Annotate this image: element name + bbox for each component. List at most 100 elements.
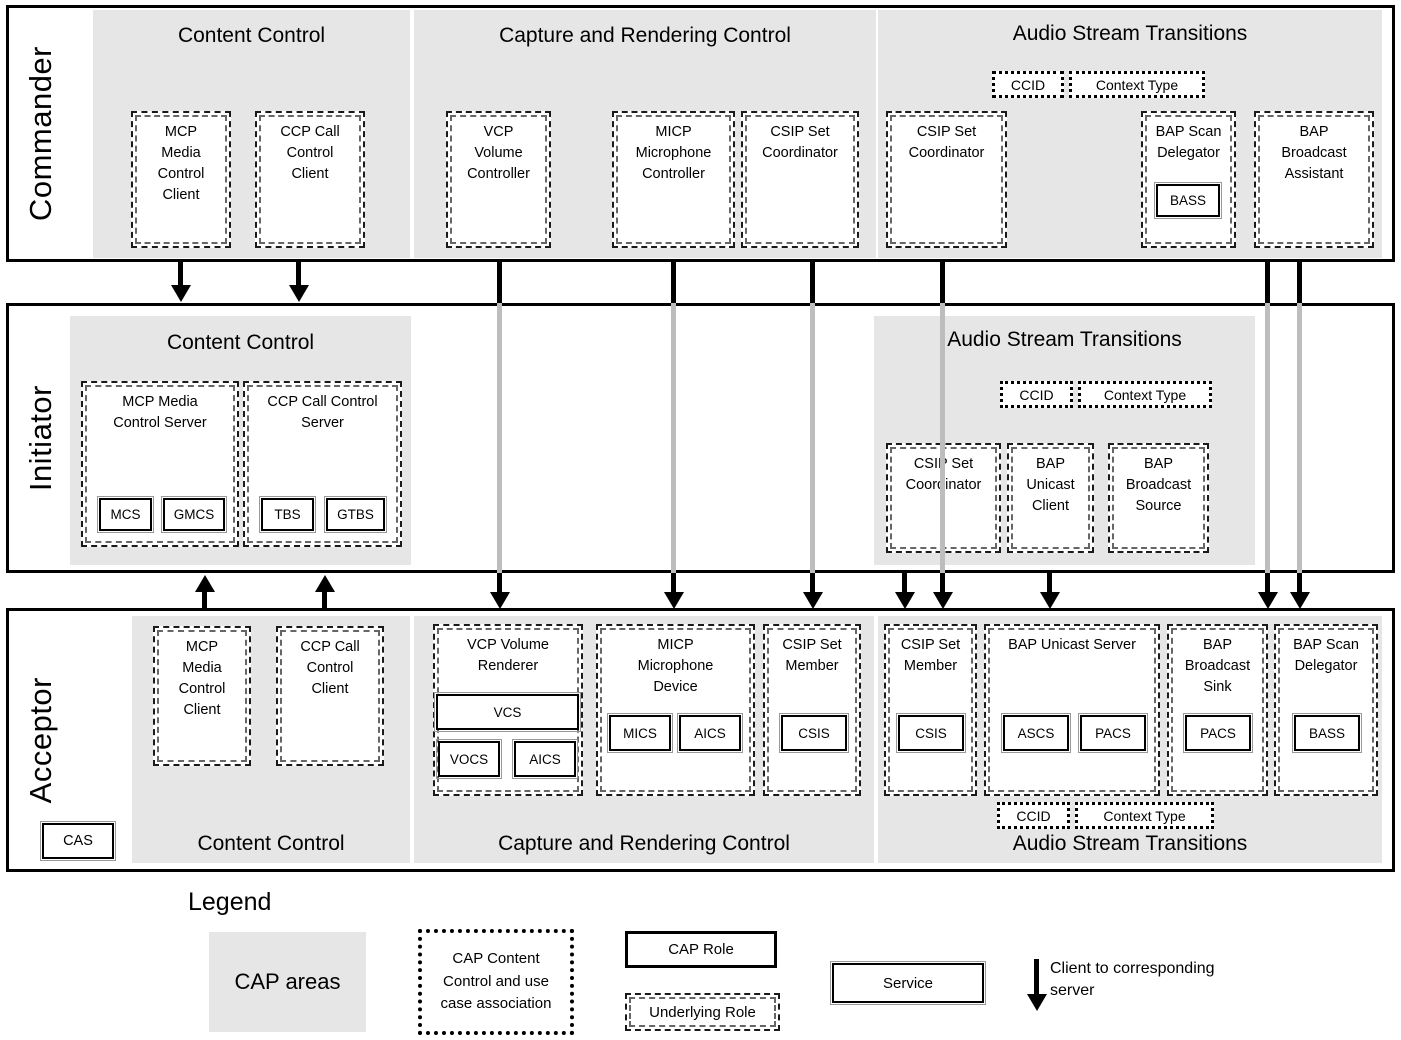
acceptor-role-mcp-media-control-client[interactable]: MCP Media Control Client	[153, 626, 251, 766]
role-label: BAP Broadcast Sink	[1184, 637, 1251, 696]
commander-role-micp-microphone-controller[interactable]: MICP Microphone Controller	[612, 111, 735, 248]
connector-commander-bap-scan-top	[1265, 262, 1270, 305]
initiator-role-bap-unicast-client[interactable]: BAP Unicast Client	[1007, 443, 1094, 553]
arrowhead-down-commander-mcp	[171, 285, 191, 302]
role-label: CSIP Set Coordinator	[762, 124, 838, 162]
initiator-audio-stream-title: Audio Stream Transitions	[947, 328, 1182, 351]
legend-cap-role: CAP Role	[625, 931, 777, 968]
arrowhead-up-acceptor-mcp	[195, 575, 215, 592]
acceptor-role-bap-scan-delegator[interactable]: BAP Scan Delegator	[1274, 624, 1378, 796]
role-label: MCP Media Control Client	[178, 639, 226, 719]
service-label: MICS	[623, 725, 657, 741]
commander-capture-rendering-title: Capture and Rendering Control	[499, 24, 791, 47]
initiator-role-bap-broadcast-source[interactable]: BAP Broadcast Source	[1108, 443, 1209, 553]
role-label: VCP Volume Controller	[467, 124, 530, 183]
context-type-label: Context Type	[1095, 76, 1179, 93]
initiator-ccid-box: CCID	[1000, 381, 1073, 408]
arrowhead-down-initiator-bap-unicast	[1040, 592, 1060, 609]
role-label: CCP Call Control Client	[300, 639, 360, 698]
acceptor-service-cas: CAS	[40, 821, 116, 861]
acceptor-role-csip-set-member-audio[interactable]: CSIP Set Member	[884, 624, 977, 796]
service-label: MCS	[110, 507, 141, 522]
row-label-initiator: Initiator	[23, 384, 58, 492]
acceptor-role-bap-unicast-server[interactable]: BAP Unicast Server	[984, 624, 1160, 796]
role-label: MCP Media Control Server	[113, 394, 207, 432]
service-label: VCS	[493, 704, 522, 720]
role-label: CSIP Set Member	[782, 637, 842, 675]
service-label: BASS	[1169, 193, 1207, 208]
connector-commander-csip-audio-through	[940, 303, 945, 575]
role-label: BAP Scan Delegator	[1293, 637, 1359, 675]
commander-role-vcp-volume-controller[interactable]: VCP Volume Controller	[446, 111, 551, 248]
service-label: AICS	[529, 751, 561, 767]
connector-commander-csip-capture-through	[810, 303, 815, 575]
acceptor-role-csip-set-member-capture[interactable]: CSIP Set Member	[763, 624, 861, 796]
service-label: GTBS	[337, 507, 374, 522]
acceptor-service-vcs: VCS	[434, 692, 581, 732]
acceptor-service-pacs-unicast: PACS	[1078, 713, 1148, 753]
commander-ccid-box: CCID	[992, 71, 1064, 98]
acceptor-service-mics: MICS	[607, 713, 673, 753]
arrowhead-down-bap-scan	[1258, 592, 1278, 609]
acceptor-audio-stream-title: Audio Stream Transitions	[1012, 832, 1248, 855]
connector-commander-bap-scan-through	[1265, 303, 1270, 575]
connector-commander-micp-through	[671, 303, 676, 575]
arrowhead-down-csip-capture	[803, 592, 823, 609]
acceptor-capture-rendering-title: Capture and Rendering Control	[498, 832, 790, 855]
arrowhead-down-initiator-csip	[895, 592, 915, 609]
arrowhead-down-micp	[664, 592, 684, 609]
arrowhead-down-csip-audio	[933, 592, 953, 609]
role-label: MICP Microphone Device	[637, 637, 714, 696]
commander-role-csip-set-coordinator-capture[interactable]: CSIP Set Coordinator	[741, 111, 859, 248]
acceptor-role-ccp-call-control-client[interactable]: CCP Call Control Client	[276, 626, 384, 766]
acceptor-service-pacs-broadcast: PACS	[1183, 713, 1253, 753]
commander-role-ccp-call-control-client[interactable]: CCP Call Control Client	[255, 111, 365, 248]
legend-cap-association: CAP Content Control and use case associa…	[418, 929, 574, 1035]
acceptor-content-control-title: Content Control	[197, 832, 345, 855]
acceptor-service-aics-vcp: AICS	[512, 739, 578, 779]
legend-underlying-role: Underlying Role	[625, 993, 780, 1031]
initiator-service-gmcs: GMCS	[161, 496, 227, 533]
connector-acceptor-ccp	[322, 589, 327, 609]
legend-service-label: Service	[882, 974, 934, 992]
role-label: BAP Scan Delegator	[1155, 124, 1222, 162]
initiator-service-mcs: MCS	[97, 496, 154, 533]
service-label: CSIS	[915, 725, 947, 741]
diagram-root: Commander Content Control MCP Media Cont…	[0, 0, 1401, 1040]
legend-cap-areas-label: CAP areas	[234, 969, 341, 994]
service-label: GMCS	[173, 507, 215, 522]
ccid-label: CCID	[1016, 807, 1051, 824]
context-type-label: Context Type	[1103, 807, 1186, 824]
role-label: BAP Unicast Client	[1026, 456, 1075, 515]
connector-commander-bap-assistant-top	[1297, 262, 1302, 305]
commander-role-mcp-media-control-client[interactable]: MCP Media Control Client	[131, 111, 231, 248]
acceptor-service-csis-audio: CSIS	[896, 713, 966, 753]
commander-role-bap-broadcast-assistant[interactable]: BAP Broadcast Assistant	[1254, 111, 1374, 248]
connector-commander-vcp-top	[497, 262, 502, 305]
service-label: TBS	[274, 507, 301, 522]
legend-title: Legend	[188, 888, 272, 916]
initiator-service-gtbs: GTBS	[324, 496, 387, 533]
role-label: BAP Unicast Server	[1008, 637, 1136, 653]
commander-audio-stream-title: Audio Stream Transitions	[1012, 22, 1248, 45]
commander-role-bap-scan-delegator[interactable]: BAP Scan Delegator	[1141, 111, 1236, 248]
legend-arrow-shaft	[1034, 959, 1039, 999]
context-type-label: Context Type	[1103, 386, 1187, 403]
acceptor-service-ascs: ASCS	[1001, 713, 1071, 753]
commander-role-csip-set-coordinator-audio[interactable]: CSIP Set Coordinator	[886, 111, 1007, 248]
commander-service-bass: BASS	[1154, 182, 1222, 219]
ccid-label: CCID	[1019, 386, 1054, 403]
acceptor-ccid-box: CCID	[997, 802, 1070, 829]
role-label: BAP Broadcast Assistant	[1281, 124, 1347, 183]
role-label: BAP Broadcast Source	[1125, 456, 1192, 515]
legend-underlying-role-label: Underlying Role	[649, 1003, 756, 1021]
service-label: CAS	[63, 833, 93, 849]
role-label: MCP Media Control Client	[157, 124, 205, 204]
service-label: VOCS	[449, 751, 489, 767]
role-label: MICP Microphone Controller	[635, 124, 712, 183]
role-label: CCP Call Control Server	[267, 394, 378, 432]
acceptor-role-bap-broadcast-sink[interactable]: BAP Broadcast Sink	[1167, 624, 1268, 796]
connector-commander-bap-assistant-through	[1297, 303, 1302, 575]
connector-commander-csip-capture-top	[810, 262, 815, 305]
acceptor-role-micp-microphone-device[interactable]: MICP Microphone Device	[596, 624, 755, 796]
